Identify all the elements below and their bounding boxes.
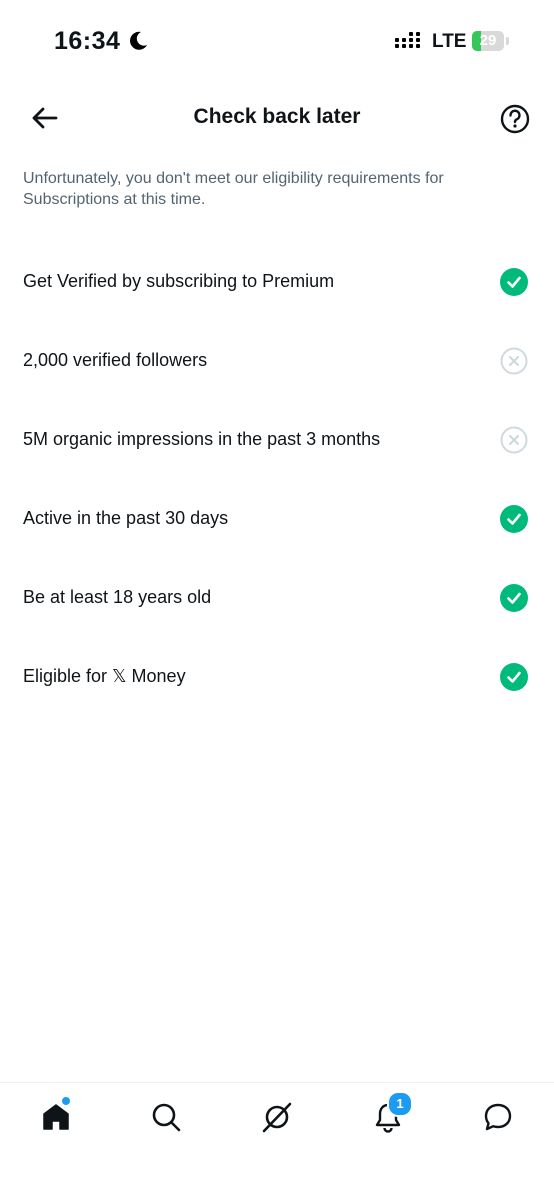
home-icon [43,1104,69,1130]
requirement-label: 2,000 verified followers [23,350,208,370]
question-circle-icon [500,104,530,134]
signal-icon [395,32,420,48]
bottom-nav: 1 [0,1082,554,1201]
check-circle-icon [500,663,528,691]
battery-icon: 29 [472,31,504,51]
requirement-label: Get Verified by subscribing to Premium [23,271,335,291]
nav-notifications[interactable]: 1 [368,1091,413,1137]
eligibility-description: Unfortunately, you don't meet our eligib… [23,170,444,208]
requirement-label: Be at least 18 years old [23,587,212,607]
nav-grok[interactable] [257,1097,297,1137]
status-time: 16:34 [54,27,121,55]
requirement-row: Active in the past 30 days [0,479,554,558]
moon-icon [130,31,147,50]
header: Check back later [0,88,554,146]
status-bar: 16:34 LTE 29 [0,0,554,84]
home-unread-dot [62,1097,70,1105]
requirement-row: Get Verified by subscribing to Premium [0,242,554,321]
x-circle-icon [500,426,528,454]
help-button[interactable] [498,102,532,136]
requirement-row: 5M organic impressions in the past 3 mon… [0,400,554,479]
requirement-label: 5M organic impressions in the past 3 mon… [23,429,381,449]
check-circle-icon [500,505,528,533]
page-title: Check back later [193,105,361,128]
network-type: LTE [432,31,467,52]
battery-cap [506,37,509,45]
nav-home[interactable] [36,1097,76,1137]
grok-icon [262,1102,292,1133]
battery-level: 29 [479,32,497,49]
nav-search[interactable] [146,1097,186,1137]
requirement-row: 2,000 verified followers [0,321,554,400]
requirement-row: Eligible for 𝕏 Money [0,637,554,716]
messages-icon [484,1103,512,1131]
x-circle-icon [500,347,528,375]
requirement-row: Be at least 18 years old [0,558,554,637]
requirement-label: Active in the past 30 days [23,508,229,528]
check-circle-icon [500,268,528,296]
check-circle-icon [500,584,528,612]
requirements-list: Get Verified by subscribing to Premium 2,… [0,242,554,716]
notification-badge: 1 [387,1091,413,1117]
search-icon [152,1103,181,1132]
requirement-label: Eligible for 𝕏 Money [23,666,186,686]
nav-messages[interactable] [478,1097,518,1137]
